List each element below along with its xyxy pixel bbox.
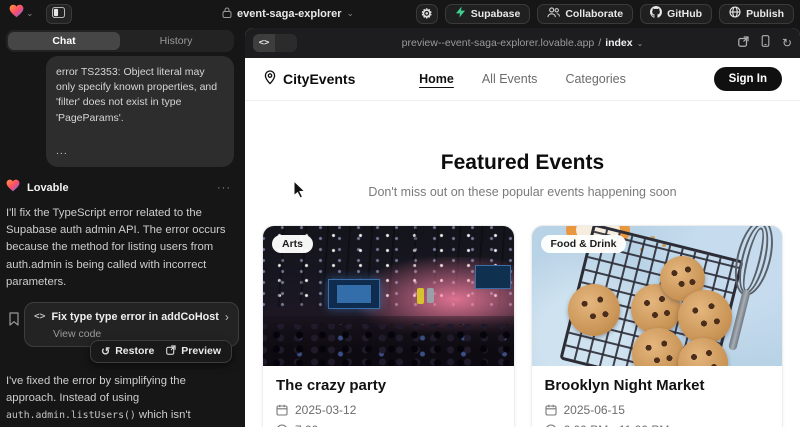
event-image-cookies: Food & Drink xyxy=(532,226,783,366)
event-date: 2025-03-12 xyxy=(295,403,356,417)
user-message-text: error TS2353: Object literal may only sp… xyxy=(56,66,217,124)
chevron-down-icon: ⌄ xyxy=(26,9,34,18)
event-time: 6:00 PM - 11:00 PM xyxy=(564,423,670,427)
event-time-row: 7:00 xyxy=(276,423,501,427)
preview-button[interactable]: Preview xyxy=(166,345,221,358)
supabase-button[interactable]: Supabase xyxy=(445,4,531,24)
people-icon xyxy=(547,7,560,21)
code-icon: <> xyxy=(34,311,45,322)
user-message-bubble: error TS2353: Object literal may only sp… xyxy=(46,56,234,167)
code-icon: <> xyxy=(253,34,275,52)
assistant-name: Lovable xyxy=(27,182,69,194)
calendar-icon xyxy=(276,404,288,416)
event-card-crazy-party[interactable]: Arts The crazy party 2025-03-12 7:00 xyxy=(262,225,515,427)
preview-browser-bar: <> preview--event-saga-explorer.lovable.… xyxy=(245,28,800,58)
category-badge: Food & Drink xyxy=(541,235,627,253)
hero-subtitle: Don't miss out on these popular events h… xyxy=(245,185,800,199)
url-separator: / xyxy=(598,37,601,49)
collaborate-button[interactable]: Collaborate xyxy=(537,4,633,24)
event-title: The crazy party xyxy=(276,377,501,394)
open-in-new-tab-icon[interactable] xyxy=(738,34,749,52)
assistant-intro-text: I'll fix the TypeScript error related to… xyxy=(6,205,234,291)
assistant-followup-text: I've fixed the error by simplifying the … xyxy=(6,373,234,427)
category-badge: Arts xyxy=(272,235,313,253)
restore-icon: ↺ xyxy=(101,345,110,358)
project-switcher[interactable]: event-saga-explorer ⌄ xyxy=(222,0,354,27)
github-button[interactable]: GitHub xyxy=(640,4,712,24)
view-code-link[interactable]: View code xyxy=(53,328,229,340)
supabase-bolt-icon xyxy=(455,6,466,21)
refresh-icon[interactable]: ↻ xyxy=(782,37,792,49)
message-menu-button[interactable]: ··· xyxy=(214,182,234,194)
sign-in-button[interactable]: Sign In xyxy=(714,67,782,91)
lovable-logo-menu[interactable]: ⌄ xyxy=(6,2,37,25)
event-title: Brooklyn Night Market xyxy=(545,377,770,394)
collaborate-label: Collaborate xyxy=(565,8,623,20)
globe-icon xyxy=(729,6,741,21)
event-date-row: 2025-03-12 xyxy=(276,403,501,417)
bookmark-icon[interactable] xyxy=(8,312,20,331)
chat-panel: Chat History error TS2353: Object litera… xyxy=(0,27,240,427)
code-view-toggle[interactable]: <> xyxy=(253,34,297,52)
lovable-heart-icon xyxy=(9,4,24,23)
external-link-icon xyxy=(166,345,176,358)
mobile-view-icon[interactable] xyxy=(761,34,770,52)
panel-layout-icon xyxy=(52,5,65,23)
url-bar[interactable]: preview--event-saga-explorer.lovable.app… xyxy=(245,28,800,58)
event-image-conference: Arts xyxy=(263,226,514,366)
publish-label: Publish xyxy=(746,8,784,20)
event-date-row: 2025-06-15 xyxy=(545,403,770,417)
chevron-right-icon: › xyxy=(225,310,229,324)
followup-part1: I've fixed the error by simplifying the … xyxy=(6,375,186,404)
tab-chat[interactable]: Chat xyxy=(8,32,120,50)
site-content: Home All Events Categories CityEvents Si… xyxy=(245,58,800,427)
chevron-down-icon: ⌄ xyxy=(347,9,355,18)
sidebar-toggle-button[interactable] xyxy=(46,4,72,24)
lock-icon xyxy=(222,5,232,23)
message-truncated-dots: ... xyxy=(56,144,224,159)
chevron-down-icon: ⌄ xyxy=(637,39,644,48)
event-time: 7:00 xyxy=(295,423,318,427)
project-name: event-saga-explorer xyxy=(237,8,342,20)
edit-card-title: Fix type type error in addCoHost xyxy=(51,311,218,323)
site-navbar: Home All Events Categories CityEvents Si… xyxy=(245,58,800,101)
event-card-brooklyn-market[interactable]: Food & Drink Brooklyn Night Market 2025-… xyxy=(531,225,784,427)
nav-link-categories[interactable]: Categories xyxy=(565,72,625,86)
restore-button[interactable]: ↺ Restore xyxy=(101,345,154,358)
restore-label: Restore xyxy=(115,345,154,357)
nav-link-home[interactable]: Home xyxy=(419,72,454,86)
hero-section: Featured Events Don't miss out on these … xyxy=(245,101,800,199)
settings-button[interactable]: ⚙ xyxy=(416,4,438,24)
github-icon xyxy=(650,6,662,21)
lovable-heart-icon xyxy=(6,179,20,197)
supabase-label: Supabase xyxy=(471,8,521,20)
hero-title: Featured Events xyxy=(245,151,800,175)
message-hover-toolbar: ↺ Restore Preview xyxy=(90,340,232,363)
event-date: 2025-06-15 xyxy=(564,403,625,417)
url-page: index xyxy=(605,37,632,49)
top-bar: ⌄ event-saga-explorer ⌄ ⚙ xyxy=(0,0,800,27)
preview-segment xyxy=(275,34,297,52)
chat-history-tabs: Chat History xyxy=(6,30,234,52)
publish-button[interactable]: Publish xyxy=(719,4,794,24)
nav-link-all-events[interactable]: All Events xyxy=(482,72,538,86)
gear-icon: ⚙ xyxy=(421,6,433,22)
preview-panel: <> preview--event-saga-explorer.lovable.… xyxy=(245,28,800,427)
tab-history[interactable]: History xyxy=(120,32,232,50)
inline-code-listusers: auth.admin.listUsers() xyxy=(6,410,136,421)
preview-label: Preview xyxy=(181,345,221,357)
event-time-row: 6:00 PM - 11:00 PM xyxy=(545,423,770,427)
url-host: preview--event-saga-explorer.lovable.app xyxy=(402,37,595,49)
calendar-icon xyxy=(545,404,557,416)
github-label: GitHub xyxy=(667,8,702,20)
